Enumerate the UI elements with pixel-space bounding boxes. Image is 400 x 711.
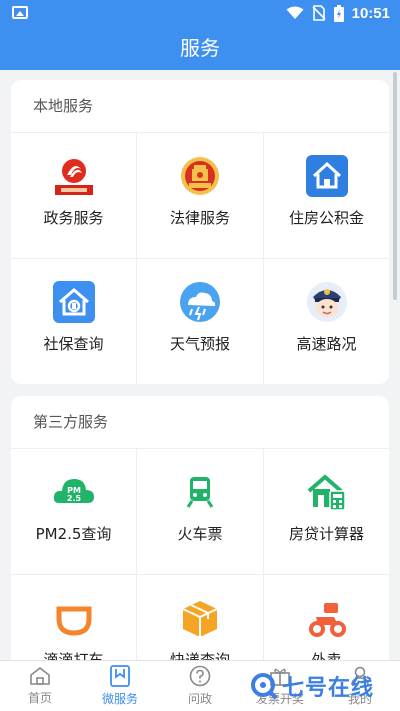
third-party-services-card: 第三方服务 PM 2.5 PM2.5查询 火车票 房贷计算器 滴滴打车 快递查询… [11,396,389,660]
nav-item-home[interactable]: 首页 [0,661,80,711]
service-label: 住房公积金 [288,209,364,227]
housing-fund-icon [305,155,348,197]
service-item-highway-traffic[interactable]: 高速路况 [264,259,389,384]
page-title: 服务 [0,26,400,70]
wifi-icon [286,6,304,19]
status-bar: 10:51 [0,0,400,26]
service-item-mortgage-calculator[interactable]: 房贷计算器 [264,449,389,574]
pm25-cloud-icon: PM 2.5 [53,471,95,513]
service-label: 高速路况 [296,335,357,353]
scooter-icon [306,597,348,639]
scrollbar[interactable] [393,72,397,300]
didi-icon [53,597,95,639]
service-label: 外卖 [311,651,342,660]
service-item-government[interactable]: 政务服务 [11,133,136,258]
service-item-housing-fund[interactable]: 住房公积金 [264,133,389,258]
service-item-express-delivery[interactable]: 快递查询 [137,575,263,660]
section-title: 本地服务 [11,80,389,133]
watermark: 七号在线 [250,665,400,707]
service-item-train-ticket[interactable]: 火车票 [137,449,263,574]
service-label: 滴滴打车 [43,651,104,660]
no-sim-icon [312,5,326,21]
home-icon [30,666,50,685]
section-title: 第三方服务 [11,396,389,449]
question-icon [189,665,211,687]
service-label: 房贷计算器 [288,525,364,543]
watermark-logo-icon [251,673,278,700]
service-item-social-security[interactable]: 社保查询 [11,259,136,384]
nav-label: 问政 [187,692,212,706]
nav-item-micro-services[interactable]: 微服务 [80,661,160,711]
service-label: 快递查询 [169,651,230,660]
service-label: 火车票 [177,525,223,543]
service-item-legal[interactable]: 法律服务 [137,133,263,258]
nav-item-inquiry[interactable]: 问政 [160,661,240,711]
service-item-pm25[interactable]: PM 2.5 PM2.5查询 [11,449,136,574]
traffic-police-icon [306,281,348,323]
svg-text:2.5: 2.5 [66,494,81,503]
local-services-card: 本地服务 政务服务 法律服务 住房公积金 社保查询 天气预报 高速路况 [11,80,389,384]
service-item-weather[interactable]: 天气预报 [137,259,263,384]
service-label: 政务服务 [43,209,104,227]
nav-label: 首页 [27,691,52,705]
social-security-icon [52,281,95,323]
service-item-takeout[interactable]: 外卖 [264,575,389,660]
weather-icon [179,281,221,323]
gallery-notification-icon [12,6,28,19]
service-label: 天气预报 [169,335,230,353]
watermark-text: 七号在线 [282,676,375,701]
government-icon [52,155,95,197]
service-label: PM2.5查询 [35,525,112,543]
package-icon [179,597,221,639]
service-label: 法律服务 [169,209,230,227]
train-icon [179,471,221,513]
service-item-didi[interactable]: 滴滴打车 [11,575,136,660]
court-emblem-icon [179,155,221,197]
service-label: 社保查询 [43,335,104,353]
clock: 10:51 [351,4,390,22]
battery-charging-icon [333,4,344,22]
mortgage-calculator-icon [306,471,348,513]
status-icons: 10:51 [286,4,390,22]
nav-label: 微服务 [101,692,138,706]
services-scroll-area[interactable]: 本地服务 政务服务 法律服务 住房公积金 社保查询 天气预报 高速路况 第三方服… [0,70,400,660]
bookmark-icon [110,665,130,687]
